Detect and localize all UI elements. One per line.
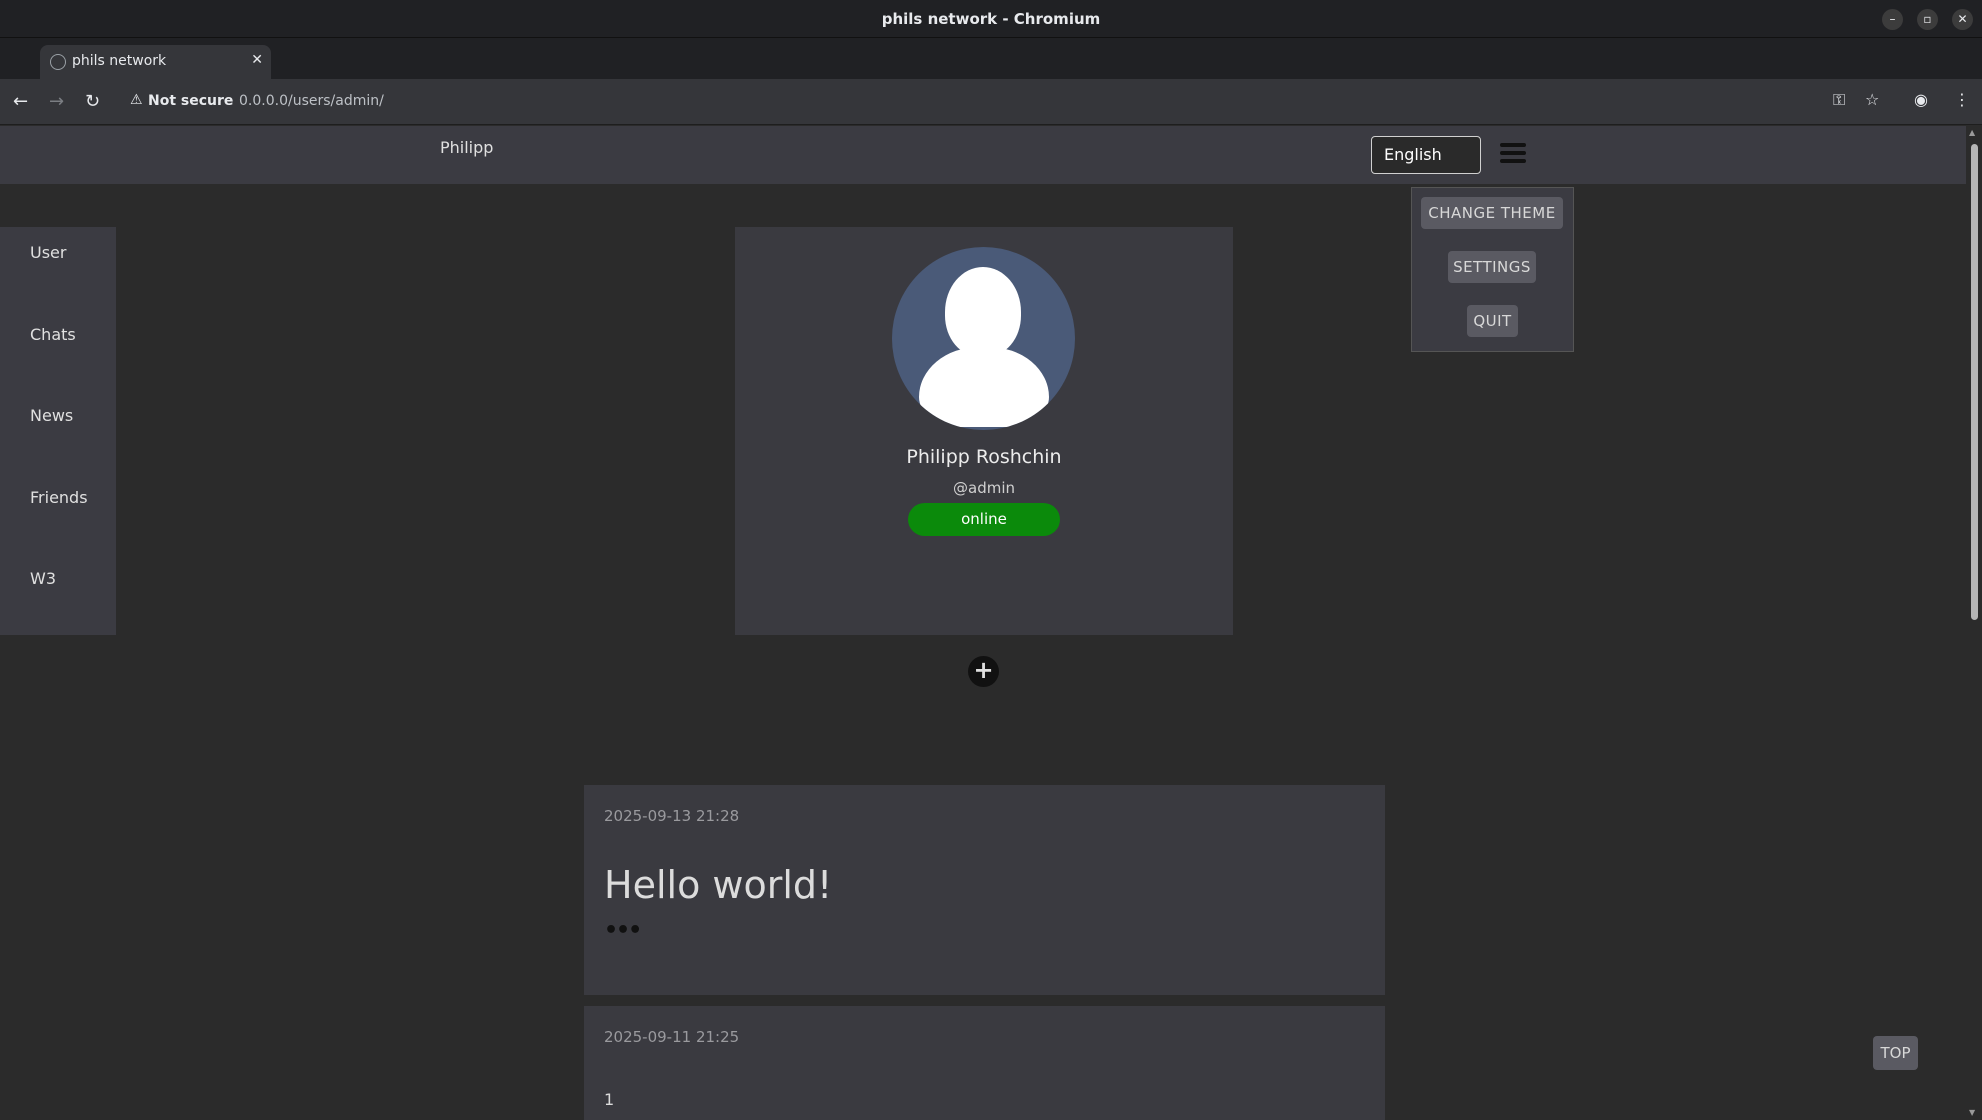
profile-card: Philipp Roshchin @admin online xyxy=(735,227,1233,635)
close-window-icon[interactable]: ✕ xyxy=(1952,9,1973,30)
avatar xyxy=(892,247,1075,430)
user-silhouette-icon xyxy=(945,267,1021,357)
change-theme-button[interactable]: CHANGE THEME xyxy=(1421,197,1563,229)
status-badge: online xyxy=(908,503,1060,536)
tab-title: phils network xyxy=(72,53,167,69)
post-date: 2025-09-13 21:28 xyxy=(604,807,740,825)
scroll-top-button[interactable]: TOP xyxy=(1873,1036,1918,1070)
sidebar-item-user[interactable]: User xyxy=(30,243,66,262)
sidebar-item-friends[interactable]: Friends xyxy=(30,488,88,507)
profile-handle: @admin xyxy=(953,479,1015,497)
address-bar[interactable]: ⚠ Not secure 0.0.0.0/users/admin/ xyxy=(120,85,1820,119)
post-card: 2025-09-11 21:25 1 xyxy=(584,1006,1385,1120)
post-card: 2025-09-13 21:28 Hello world! ••• xyxy=(584,785,1385,995)
key-icon[interactable]: ⚿ xyxy=(1833,90,1845,110)
scrollbar-thumb[interactable] xyxy=(1971,144,1978,620)
profile-name: Philipp Roshchin xyxy=(906,446,1062,468)
site-brand[interactable]: Philipp xyxy=(440,138,493,157)
star-icon[interactable]: ☆ xyxy=(1865,90,1879,109)
browser-toolbar: ← → ↻ ⚠ Not secure 0.0.0.0/users/admin/ … xyxy=(0,79,1982,125)
post-body: 1 xyxy=(604,1090,615,1109)
scrollbar[interactable]: ▲ ▼ xyxy=(1966,126,1982,1120)
hamburger-icon[interactable] xyxy=(1500,143,1526,165)
minimize-icon[interactable]: – xyxy=(1882,9,1903,30)
url-text[interactable]: 0.0.0.0/users/admin/ xyxy=(239,93,384,109)
scroll-down-icon[interactable]: ▼ xyxy=(1969,1108,1975,1117)
sidebar: User Chats News Friends W3 xyxy=(0,227,116,635)
warning-icon: ⚠ xyxy=(130,92,143,108)
settings-button[interactable]: SETTINGS xyxy=(1448,251,1536,283)
tab-close-icon[interactable]: ✕ xyxy=(251,52,263,68)
sidebar-item-chats[interactable]: Chats xyxy=(30,325,76,344)
security-label[interactable]: Not secure xyxy=(148,93,233,109)
menu-dropdown: CHANGE THEME SETTINGS QUIT xyxy=(1411,187,1574,352)
site-header: Philipp English xyxy=(0,126,1966,184)
more-options-icon[interactable]: ••• xyxy=(604,918,642,943)
profile-icon[interactable]: ◉ xyxy=(1914,90,1928,109)
maximize-icon[interactable]: ▫ xyxy=(1917,9,1938,30)
more-menu-icon[interactable]: ⋮ xyxy=(1954,90,1970,109)
post-title: Hello world! xyxy=(604,863,833,907)
post-date: 2025-09-11 21:25 xyxy=(604,1028,740,1046)
sidebar-item-w3[interactable]: W3 xyxy=(30,569,56,588)
browser-tab[interactable]: phils network ✕ xyxy=(40,45,271,79)
sidebar-item-news[interactable]: News xyxy=(30,406,73,425)
window-title: phils network - Chromium xyxy=(881,10,1101,28)
quit-button[interactable]: QUIT xyxy=(1467,305,1518,337)
page-viewport: Philipp English CHANGE THEME SETTINGS QU… xyxy=(0,126,1982,1120)
plus-circle-icon[interactable]: + xyxy=(968,656,999,687)
back-icon[interactable]: ← xyxy=(13,91,28,112)
reload-icon[interactable]: ↻ xyxy=(85,91,100,112)
globe-icon xyxy=(50,54,66,70)
window-titlebar: phils network - Chromium – ▫ ✕ xyxy=(0,0,1982,38)
forward-icon[interactable]: → xyxy=(49,91,64,112)
tab-strip: ⌄ phils network ✕ + xyxy=(0,38,1982,107)
scroll-up-icon[interactable]: ▲ xyxy=(1969,128,1975,137)
language-select[interactable]: English xyxy=(1371,136,1481,174)
